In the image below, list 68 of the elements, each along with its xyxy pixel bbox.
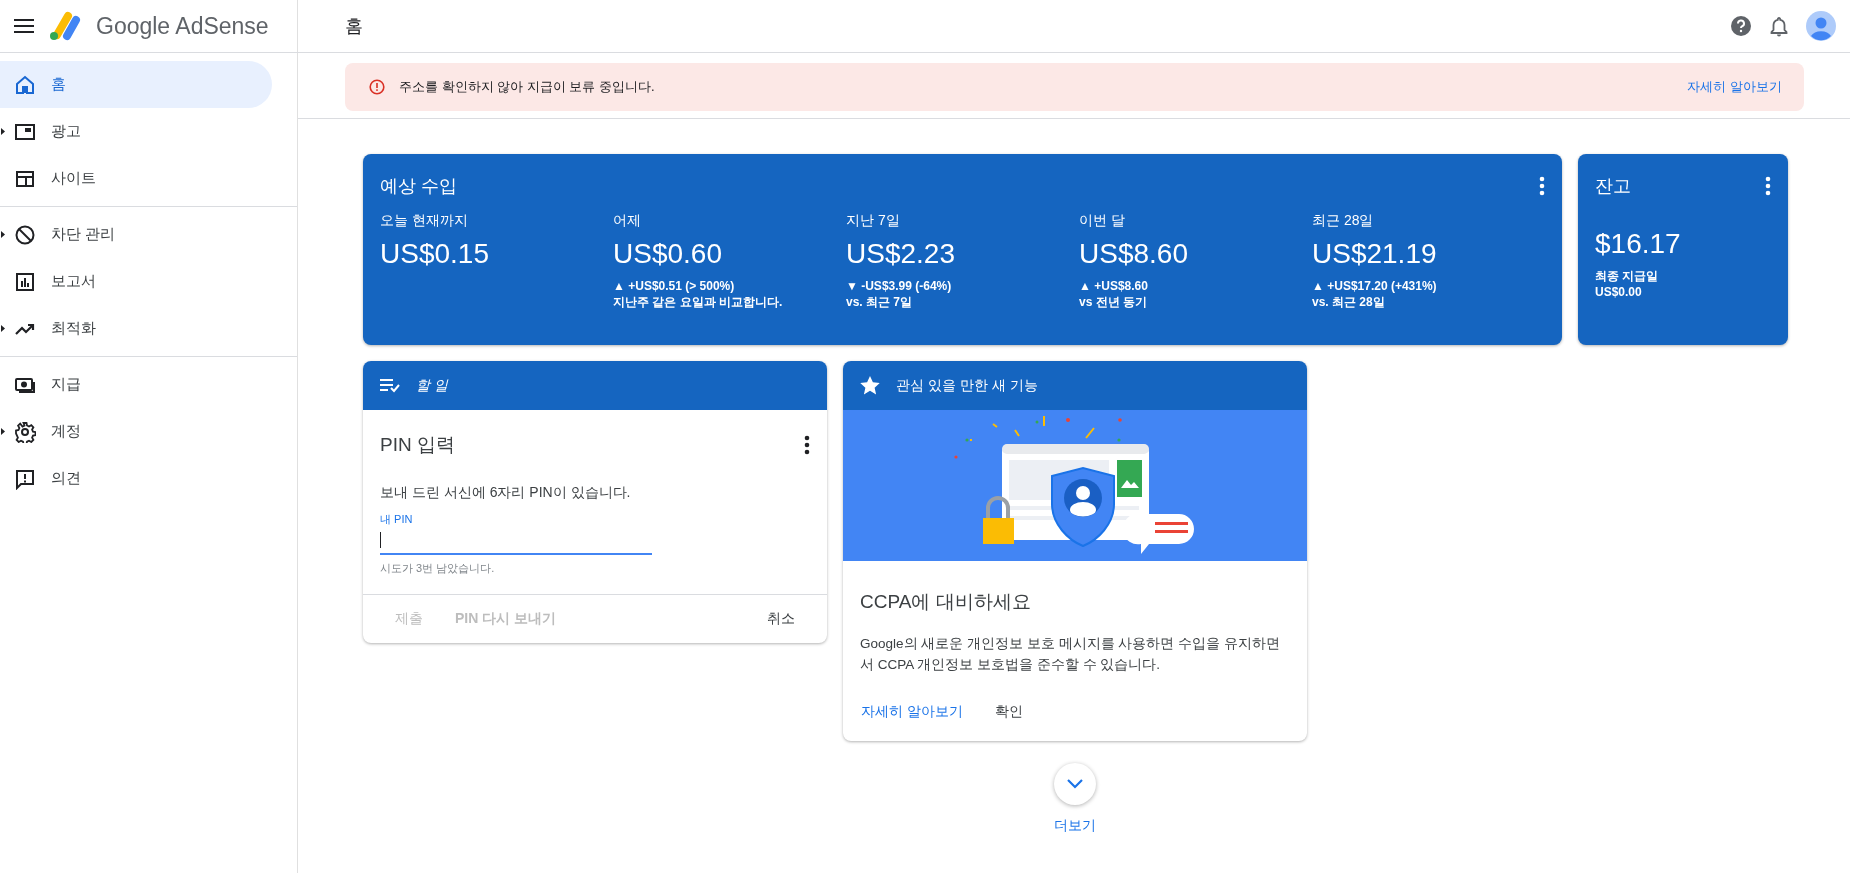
helper-text: 시도가 3번 남았습니다.	[380, 561, 496, 576]
show-more-link[interactable]: 더보기	[1054, 817, 1096, 835]
card-header: 할 일	[363, 361, 827, 410]
notifications-icon[interactable]	[1770, 15, 1788, 37]
period-label: 어제	[613, 212, 642, 230]
sidebar-item[interactable]: 최적화	[0, 305, 272, 352]
period-label: 지난 7일	[846, 212, 901, 230]
sidebar-item[interactable]: 광고	[0, 108, 272, 155]
change-text: ▼ -US$3.99 (-64%)	[846, 278, 953, 294]
expand-arrow-icon[interactable]	[1, 325, 5, 332]
earnings-amount: US$8.60	[1079, 238, 1189, 270]
action-button[interactable]: 취소	[755, 604, 807, 634]
card-title: CCPA에 대비하세요	[860, 590, 1032, 614]
page-title: 홈	[345, 15, 364, 38]
earnings-amount: US$2.23	[846, 238, 956, 270]
checklist-icon	[380, 378, 400, 393]
comparison-text: vs. 최근 7일	[846, 294, 914, 310]
comparison-text: vs. 최근 28일	[1312, 294, 1386, 310]
last-payment-amount: US$0.00	[1595, 284, 1643, 300]
change-text: ▲ +US$17.20 (+431%)	[1312, 278, 1438, 294]
earnings-amount: US$0.15	[380, 238, 490, 270]
comparison-text: vs 전년 동기	[1079, 294, 1148, 310]
bar-chart-icon	[14, 270, 36, 293]
sidebar-item[interactable]: 차단 관리	[0, 211, 272, 258]
more-options-icon[interactable]	[804, 435, 810, 455]
expand-arrow-icon[interactable]	[1, 128, 5, 135]
card-title: PIN 입력	[380, 433, 455, 457]
sidebar-item[interactable]: 의견	[0, 455, 272, 502]
feedback-icon	[14, 467, 36, 490]
sidebar-item[interactable]: 보고서	[0, 258, 272, 305]
product-name: Google AdSense	[96, 12, 269, 40]
learn-more-link[interactable]: 자세히 알아보기	[1687, 78, 1782, 96]
change-text: ▲ +US$0.51 (> 500%)	[613, 278, 736, 294]
logo-icon	[48, 11, 82, 41]
star-icon	[860, 376, 880, 395]
expand-arrow-icon[interactable]	[1, 428, 5, 435]
description-text: Google의 새로운 개인정보 보호 메시지를 사용하면 수입을 유지하면서 CCPA 개인정보 보호법을 준수할 수 있습니다.	[860, 635, 1281, 674]
home-icon	[14, 73, 36, 96]
sidebar-item[interactable]: 홈	[0, 61, 272, 108]
period-label: 이번 달	[1079, 212, 1126, 230]
avatar-icon[interactable]	[1806, 11, 1836, 41]
help-icon[interactable]	[1730, 15, 1752, 37]
card-title: 잔고	[1595, 175, 1631, 198]
alert-message: 주소를 확인하지 않아 지급이 보류 중입니다.	[399, 78, 656, 96]
description-text: 보내 드린 서신에 6자리 PIN이 있습니다.	[380, 484, 632, 502]
card-header: 관심 있을 만한 새 기능	[843, 361, 1307, 410]
expand-arrow-icon[interactable]	[1, 231, 5, 238]
chevron-down-icon	[1067, 779, 1083, 789]
settings-icon	[14, 420, 36, 443]
period-label: 오늘 현재까지	[380, 212, 469, 230]
change-text: ▲ +US$8.60	[1079, 278, 1149, 294]
field-label: 내 PIN	[380, 512, 414, 527]
menu-icon[interactable]	[14, 19, 34, 33]
card-title: 예상 수입	[380, 175, 457, 198]
learn-more-link[interactable]: 자세히 알아보기	[849, 697, 975, 727]
earnings-amount: US$21.19	[1312, 238, 1438, 270]
sidebar-item[interactable]: 사이트	[0, 155, 272, 202]
error-icon	[369, 79, 385, 95]
expand-button[interactable]	[1054, 763, 1096, 805]
earnings-amount: US$0.60	[613, 238, 723, 270]
block-icon	[14, 223, 36, 246]
sidebar-item[interactable]: 지급	[0, 361, 272, 408]
comparison-text: 지난주 같은 요일과 비교합니다.	[613, 294, 784, 310]
period-label: 최근 28일	[1312, 212, 1375, 230]
balance-amount: $16.17	[1595, 228, 1682, 260]
last-payment-label: 최종 지급일	[1595, 268, 1660, 284]
sidebar-item[interactable]: 계정	[0, 408, 272, 455]
confirm-button[interactable]: 확인	[982, 697, 1035, 727]
